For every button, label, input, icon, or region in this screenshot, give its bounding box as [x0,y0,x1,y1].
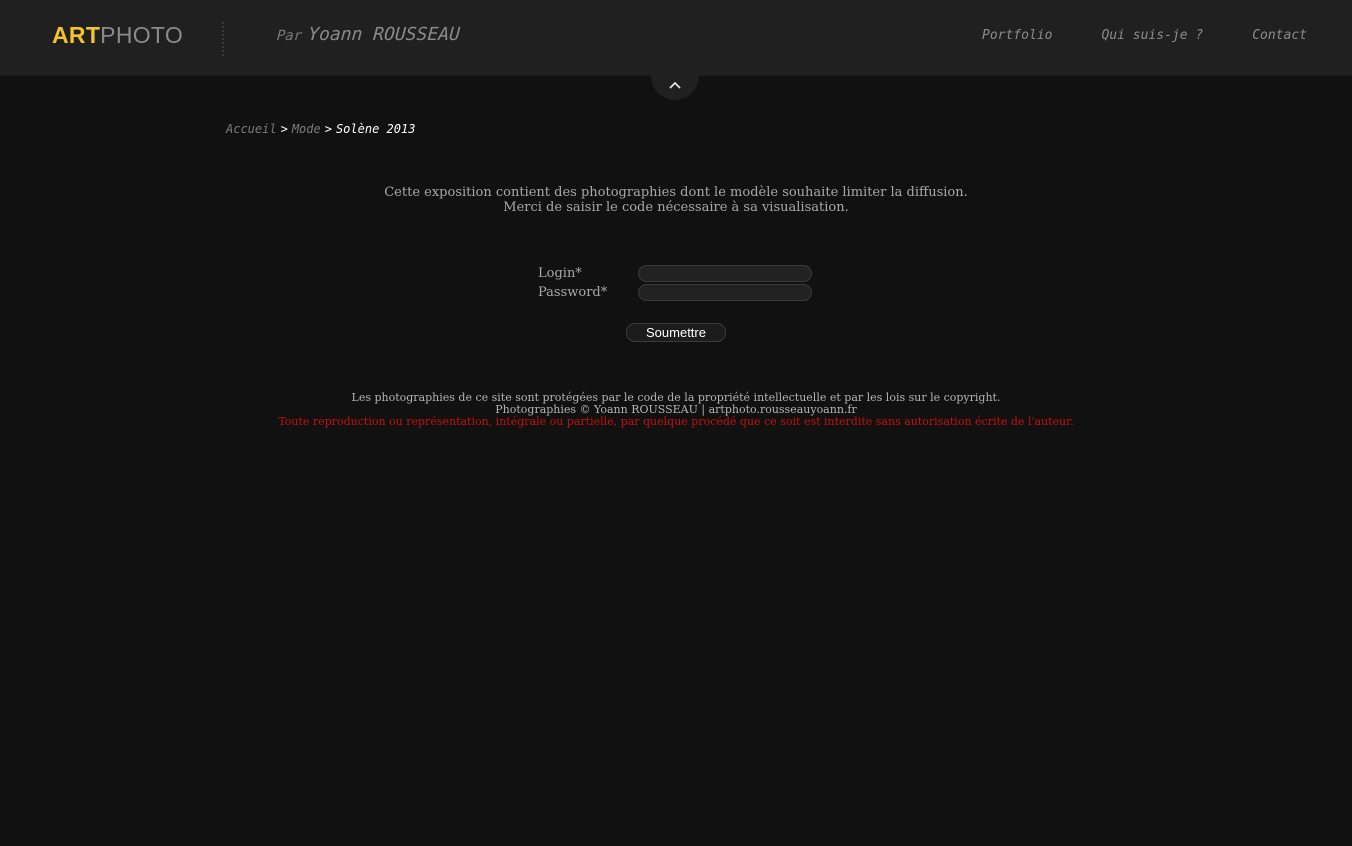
logo-photo: PHOTO [100,22,184,48]
password-field[interactable] [638,284,812,301]
breadcrumb: Accueil > Mode > Solène 2013 [226,122,415,136]
nav-portfolio[interactable]: Portfolio [982,28,1052,43]
breadcrumb-mode[interactable]: Mode [292,122,321,136]
nav-qui-suis-je[interactable]: Qui suis-je ? [1101,28,1203,43]
breadcrumb-separator: > [324,122,332,136]
tagline-name: Yoann ROUSSEAU [307,24,461,45]
login-field[interactable] [638,265,812,282]
chevron-up-icon [669,81,681,89]
breadcrumb-separator: > [280,122,288,136]
site-logo[interactable]: ARTPHOTO [52,22,183,49]
header-divider [222,22,224,56]
nav-contact[interactable]: Contact [1252,28,1307,43]
footer: Les photographies de ce site sont protég… [0,392,1352,428]
password-label: Password* [538,285,608,300]
tagline: Par Yoann ROUSSEAU [276,24,460,45]
logo-art: ART [52,22,101,48]
intro-line-2: Merci de saisir le code nécessaire à sa … [503,200,849,215]
submit-button[interactable]: Soumettre [626,323,726,342]
intro-line-1: Cette exposition contient des photograph… [384,185,968,200]
tagline-par: Par [276,28,303,44]
breadcrumb-accueil[interactable]: Accueil [226,122,277,136]
header-toggle-button[interactable] [651,52,699,100]
login-label: Login* [538,266,582,281]
main-nav: Portfolio Qui suis-je ? Contact [982,28,1307,43]
footer-warning: Toute reproduction ou représentation, in… [278,415,1074,428]
breadcrumb-current: Solène 2013 [335,122,416,136]
intro-message: Cette exposition contient des photograph… [0,185,1352,215]
